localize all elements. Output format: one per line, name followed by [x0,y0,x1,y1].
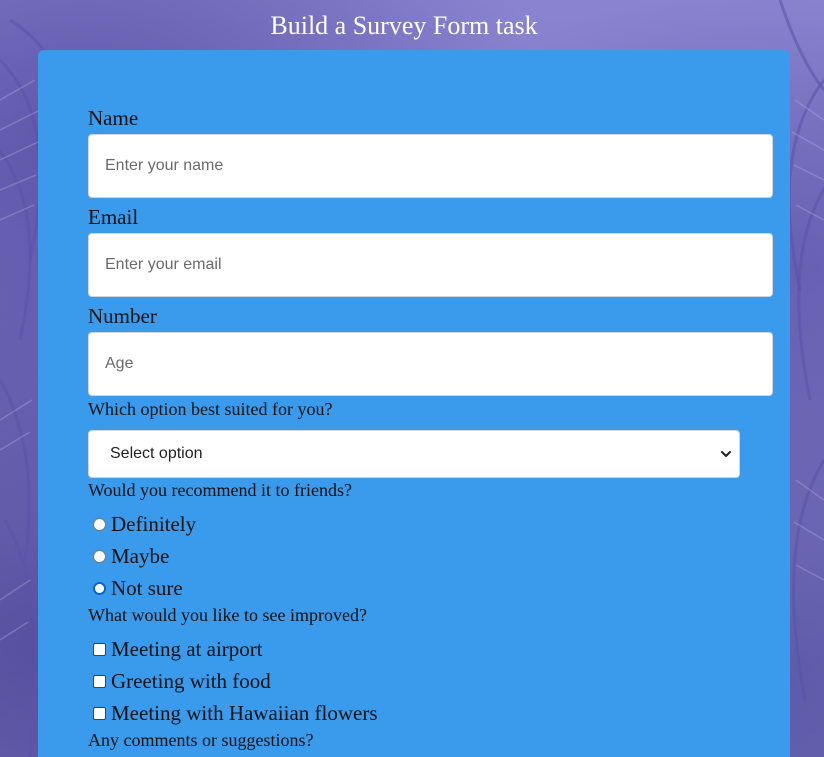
email-label: Email [88,205,139,229]
name-label: Name [88,106,139,130]
radio-label: Not sure [111,576,183,600]
improve-label: What would you like to see improved? [88,605,367,625]
recommend-label: Would you recommend it to friends? [88,480,352,500]
checkbox-label: Meeting with Hawaiian flowers [111,701,378,725]
chevron-down-icon [721,451,731,457]
number-label: Number [88,304,157,328]
checkbox[interactable] [93,674,106,688]
select-selected-value: Select option [110,445,203,462]
survey-form: Name Email Number Which option best suit… [38,50,790,757]
checkbox-label: Greeting with food [111,669,271,693]
best-option-select[interactable]: Select option [88,430,740,478]
radio-button[interactable] [93,549,106,563]
name-input[interactable] [88,134,773,198]
radio-label: Maybe [111,544,170,568]
best-option-label: Which option best suited for you? [88,399,333,419]
radio-button[interactable] [93,517,106,531]
improve-option-food[interactable]: Greeting with food [93,666,271,696]
recommend-option-not-sure[interactable]: Not sure [93,573,183,603]
improve-option-airport[interactable]: Meeting at airport [93,634,263,664]
improve-option-flowers[interactable]: Meeting with Hawaiian flowers [93,698,378,728]
checkbox-label: Meeting at airport [111,637,263,661]
radio-label: Definitely [111,512,197,536]
email-input[interactable] [88,233,773,297]
comments-label: Any comments or suggestions? [88,730,314,750]
radio-button-selected[interactable] [93,581,106,595]
age-input[interactable] [88,332,773,396]
checkbox[interactable] [93,642,106,656]
recommend-option-definitely[interactable]: Definitely [93,509,196,539]
page-title: Build a Survey Form task [270,11,538,40]
recommend-option-maybe[interactable]: Maybe [93,541,169,571]
checkbox[interactable] [93,706,106,720]
